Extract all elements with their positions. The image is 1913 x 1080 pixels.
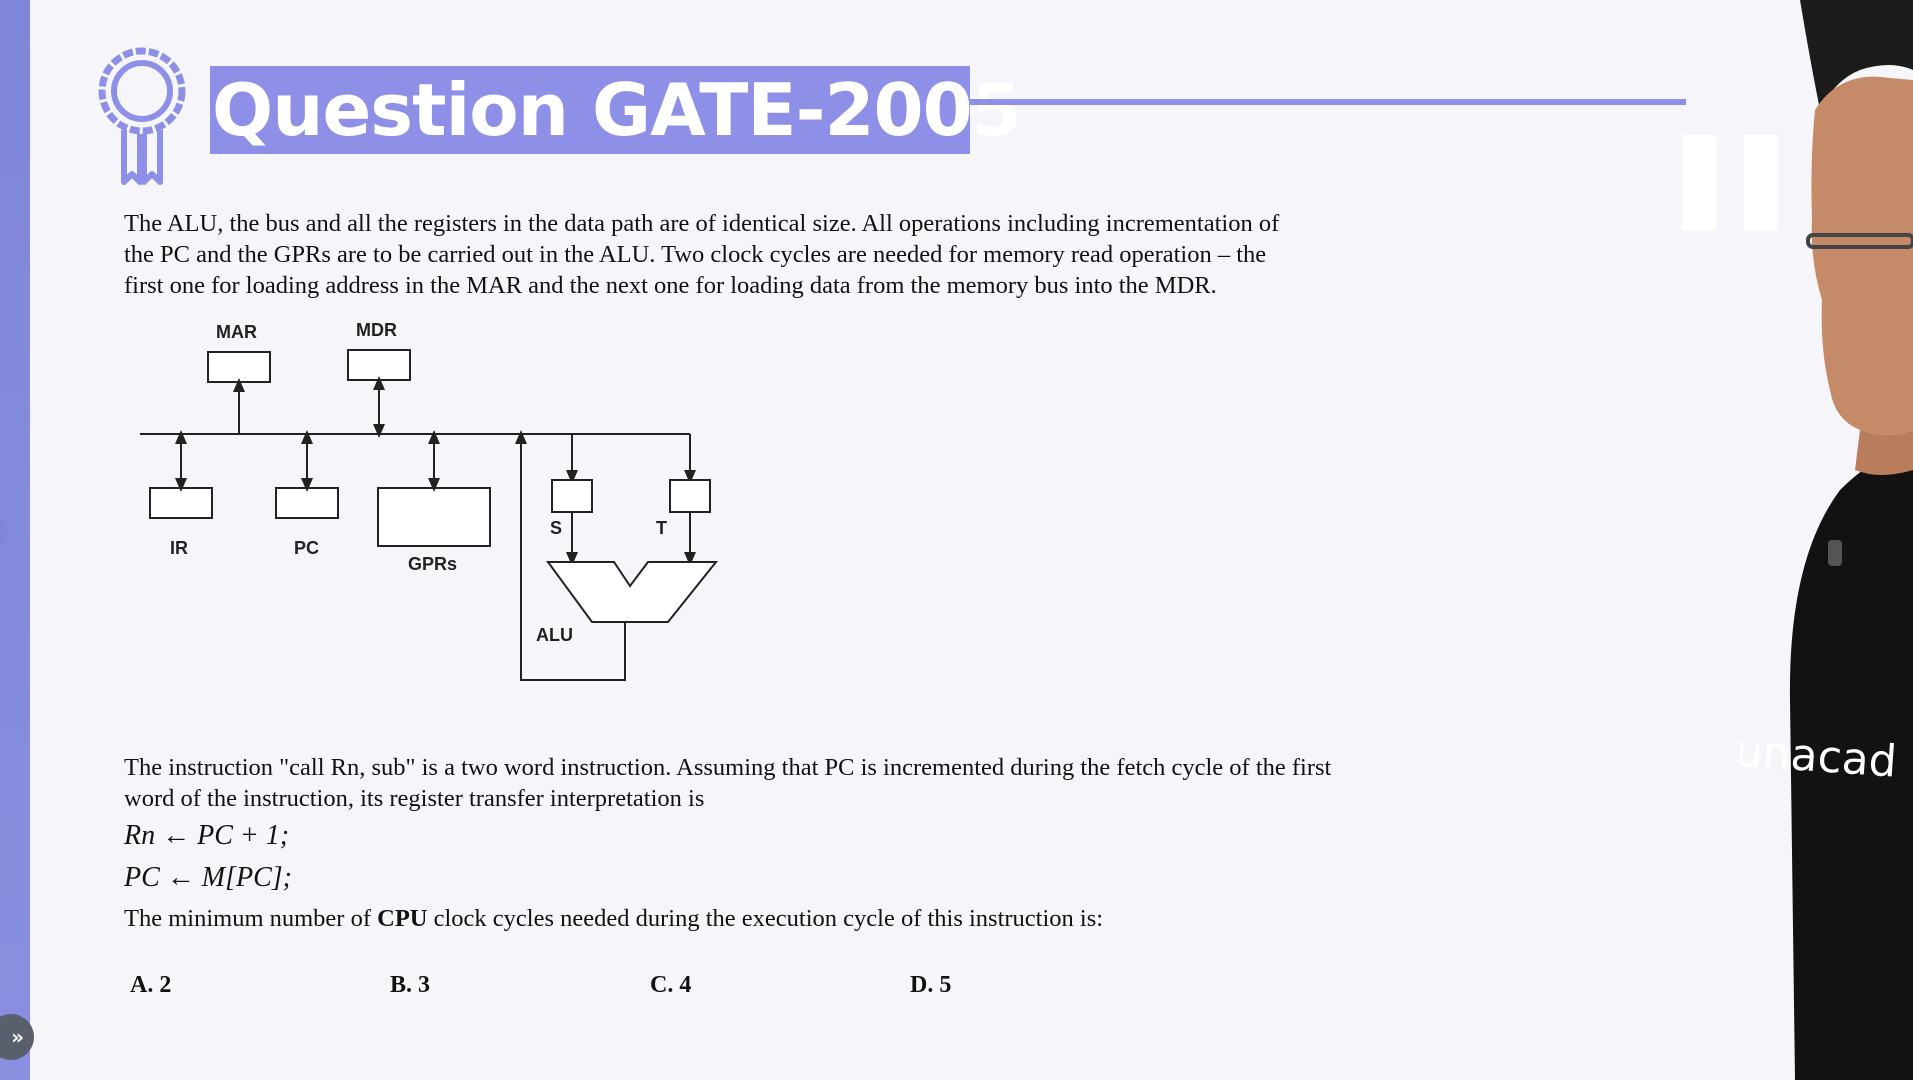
presenter-video: unacad [1740,0,1913,1080]
mdr-register [347,349,411,381]
double-chevron-right-icon: » [11,1025,24,1049]
ir-register [149,487,213,519]
option-d[interactable]: D. 5 [910,972,951,999]
alu-unit [546,561,719,623]
question-pre: The minimum number of [124,905,378,932]
question-bold: CPU [377,905,428,932]
watermark-text: unacad [1740,725,1898,787]
mdr-label: MDR [356,320,397,340]
s-label: S [550,518,562,538]
text-line: the PC and the GPRs are to be carried ou… [124,241,1267,268]
rtl-statement-1: Rn ← PC + 1; [124,820,290,851]
option-c[interactable]: C. 4 [650,972,691,999]
text-line: word of the instruction, its register tr… [124,785,705,812]
s-register [551,479,593,513]
pause-icon-left-bar [1682,135,1716,230]
pc-label: PC [294,538,319,558]
question-text: The minimum number of CPU clock cycles n… [124,905,1103,933]
gprs-register-file [377,487,491,547]
instruction-description: The instruction "call Rn, sub" is a two … [124,752,1331,814]
question-post: clock cycles needed during the execution… [427,905,1104,932]
text-line: The instruction "call Rn, sub" is a two … [124,754,1332,781]
t-register [669,479,711,513]
option-b[interactable]: B. 3 [390,972,430,999]
mar-label: MAR [216,322,257,342]
text-line: The ALU, the bus and all the registers i… [124,210,1280,237]
problem-description: The ALU, the bus and all the registers i… [124,208,1279,301]
ir-label: IR [170,538,188,558]
award-ribbon-icon [98,47,186,185]
datapath-diagram: MAR MDR IR PC GPRs S T ALU [140,320,719,681]
alu-label: ALU [536,625,573,645]
t-label: T [656,518,667,538]
page-title: Question GATE-2005 [212,68,1022,152]
title-rule [970,99,1686,105]
option-a[interactable]: A. 2 [130,972,171,999]
mar-register [207,351,271,383]
rtl-statement-2: PC ← M[PC]; [124,862,292,893]
pc-register [275,487,339,519]
text-line: first one for loading address in the MAR… [124,272,1217,299]
gprs-label: GPRs [408,554,457,574]
